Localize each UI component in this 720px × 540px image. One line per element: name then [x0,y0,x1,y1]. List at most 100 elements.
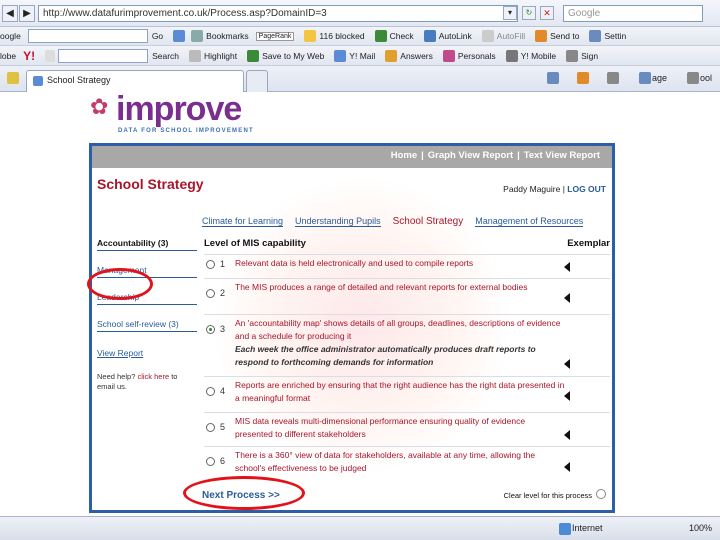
settings-button[interactable]: Settin [604,31,626,41]
tab-school-strategy-current[interactable]: School Strategy [393,216,464,227]
exemplar-arrow-icon[interactable] [564,391,570,401]
favorites-star-icon[interactable] [7,72,19,84]
stop-icon[interactable]: ✕ [540,6,554,20]
feeds-icon[interactable] [577,72,589,84]
yahoo-search-input[interactable] [58,48,149,63]
bookmarks-button[interactable]: Bookmarks [206,31,249,41]
go-button[interactable]: Go [152,31,163,41]
exemplar-arrow-icon[interactable] [564,293,570,303]
table-row[interactable]: 4 Reports are enriched by ensuring that … [204,376,610,412]
level-text: Relevant data is held electronically and… [235,258,474,268]
personals-icon [442,49,455,62]
print-icon[interactable] [607,72,619,84]
exemplar-arrow-icon[interactable] [564,462,570,472]
search-input[interactable]: Google [563,5,703,22]
autofill-icon [481,30,494,42]
nav-text-view-report[interactable]: Text View Report [524,150,600,161]
logout-link[interactable]: LOG OUT [567,184,606,194]
home-icon[interactable] [547,72,559,84]
logo-word: improve [116,90,242,128]
process-sidebar: Accountability (3) Management Leadership… [97,236,197,392]
address-input[interactable]: http://www.datafurimprovement.co.uk/Proc… [38,5,518,22]
toolbar-mail-icon[interactable] [191,30,204,42]
pagerank-button[interactable]: PageRank [255,31,295,41]
level-radio[interactable] [206,457,215,466]
toolbar-search-input[interactable] [27,29,148,43]
highlight-button[interactable]: Highlight [204,51,237,61]
tools-menu-label[interactable]: ool [700,73,712,83]
highlight-ring-leadership [87,268,153,300]
google-label: oogle [0,31,21,41]
level-number: 3 [220,324,226,334]
tab-understanding-pupils[interactable]: Understanding Pupils [295,216,381,227]
page-menu-label[interactable]: age [652,73,667,83]
level-number: 2 [220,288,226,298]
answers-icon [385,49,398,62]
internet-zone-icon [559,523,571,535]
level-example-text: Each week the office administrator autom… [235,344,536,367]
new-tab-button[interactable] [246,70,268,92]
top-nav: Home | Graph View Report | Text View Report [92,146,612,168]
yahoo-toolbar: lobe Y! Search Highlight Save to My Web … [0,46,720,66]
yahoo-search-button[interactable]: Search [152,51,179,61]
content-frame: Home | Graph View Report | Text View Report … [89,143,615,513]
yahoo-logo[interactable]: Y! [23,49,35,63]
zoom-level[interactable]: 100% [689,523,712,533]
level-radio-selected[interactable] [206,325,215,334]
exemplar-arrow-icon[interactable] [564,262,570,272]
personals-button[interactable]: Personals [458,51,496,61]
tools-menu-icon[interactable] [687,72,699,84]
sidebar-item-school-self-review[interactable]: School self-review (3) [97,317,197,332]
toolbar-option-icon[interactable] [189,49,202,62]
popup-blocked-count[interactable]: 116 blocked [319,31,364,41]
logo-tagline: DATA FOR SCHOOL IMPROVEMENT [118,128,254,134]
address-dropdown-icon[interactable]: ▾ [503,6,517,20]
back-icon[interactable]: ◀ [2,5,18,22]
tab-school-strategy[interactable]: School Strategy [26,70,244,92]
answers-button[interactable]: Answers [400,51,433,61]
globe-label: lobe [0,50,17,61]
column-capability: Level of MIS capability [204,238,306,249]
level-radio[interactable] [206,387,215,396]
exemplar-arrow-icon[interactable] [564,359,570,369]
help-link[interactable]: click here [137,372,169,381]
check-button[interactable]: Check [390,31,414,41]
save-to-my-web-button[interactable]: Save to My Web [262,51,324,61]
exemplar-arrow-icon[interactable] [564,430,570,440]
view-report-link[interactable]: View Report [97,346,197,360]
nav-home[interactable]: Home [391,150,417,161]
table-row[interactable]: 5 MIS data reveals multi-dimensional per… [204,412,610,446]
clear-level-link[interactable]: Clear level for this process [504,491,592,500]
autolink-button[interactable]: AutoLink [439,31,472,41]
autofill-button[interactable]: AutoFill [497,31,525,41]
tab-climate-for-learning[interactable]: Climate for Learning [202,216,284,227]
mail-icon [334,49,347,62]
table-row[interactable]: 3 An 'accountability map' shows details … [204,314,610,376]
yahoo-mobile-button[interactable]: Y! Mobile [521,51,556,61]
level-radio[interactable] [206,423,215,432]
nav-graph-view-report[interactable]: Graph View Report [428,150,513,161]
user-info: Paddy Maguire | LOG OUT [503,184,606,194]
level-radio[interactable] [206,289,215,298]
yahoo-mail-button[interactable]: Y! Mail [349,51,375,61]
autolink-icon [423,30,436,42]
sidebar-item-accountability[interactable]: Accountability (3) [97,236,197,251]
table-row[interactable]: 6 There is a 360° view of data for stake… [204,446,610,480]
clear-icon[interactable] [596,489,606,499]
pencil-icon[interactable] [45,49,56,62]
user-name: Paddy Maguire [503,184,561,194]
send-to-button[interactable]: Send to [550,31,579,41]
table-row[interactable]: 2 The MIS produces a range of detailed a… [204,278,610,314]
refresh-icon[interactable]: ↻ [522,6,536,20]
forward-icon[interactable]: ▶ [19,5,35,22]
level-text: The MIS produces a range of detailed and… [235,282,528,292]
sign-in-button[interactable]: Sign [581,51,598,61]
page-menu-icon[interactable] [639,72,651,84]
help-prefix: Need help? [97,372,138,381]
highlight-ring-next-process [183,476,305,510]
tab-management-of-resources[interactable]: Management of Resources [475,216,584,227]
table-row[interactable]: 1 Relevant data is held electronically a… [204,254,610,278]
toolbar-globe-icon[interactable] [173,30,186,42]
sign-in-icon [566,49,579,62]
level-radio[interactable] [206,260,215,269]
